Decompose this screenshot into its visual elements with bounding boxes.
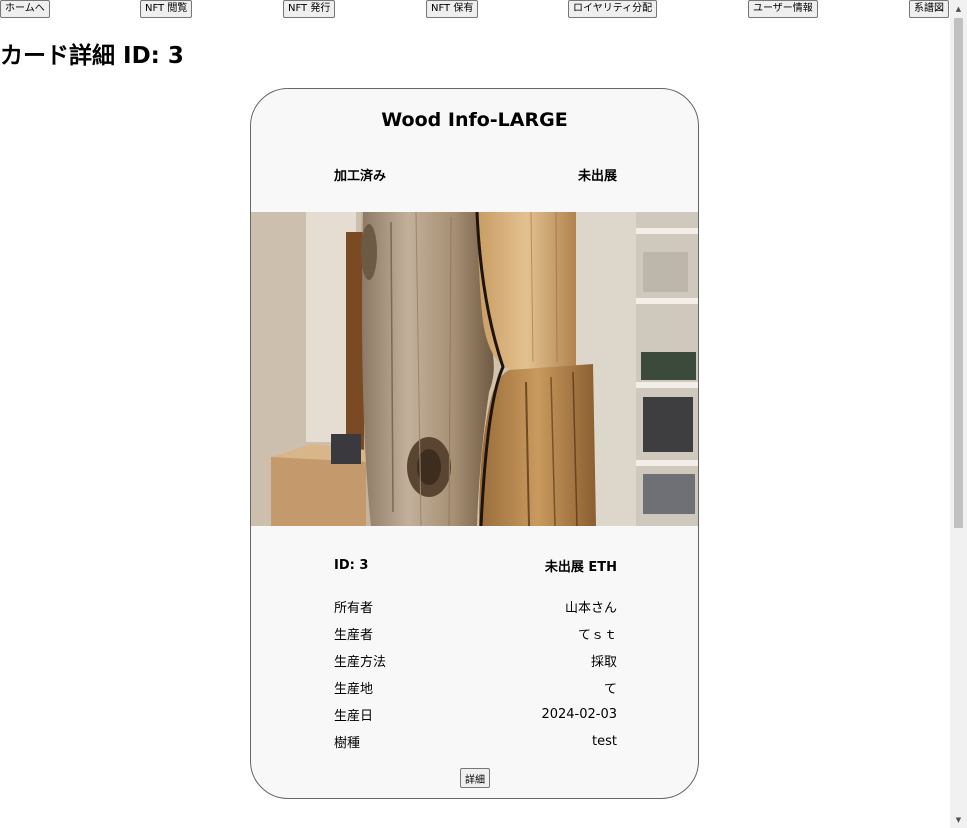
top-nav: ホームへ NFT 閲覧 NFT 発行 NFT 保有 ロイヤリティ分配 ユーザー情… bbox=[0, 0, 950, 20]
field-label: 生産方法 bbox=[334, 655, 387, 670]
scroll-up-icon[interactable]: ▲ bbox=[950, 0, 967, 17]
lineage-chart-button[interactable]: 系譜図 bbox=[909, 0, 949, 18]
user-info-button[interactable]: ユーザー情報 bbox=[748, 0, 818, 18]
field-label: 生産地 bbox=[334, 682, 374, 697]
scrollbar-thumb[interactable] bbox=[954, 18, 963, 528]
field-label: 生産者 bbox=[334, 628, 374, 643]
field-row-production-date: 生産日 2024-02-03 bbox=[334, 705, 617, 724]
card-id: ID: 3 bbox=[334, 558, 369, 573]
detail-button[interactable]: 詳細 bbox=[460, 768, 490, 788]
page-title: カード詳細 ID: 3 bbox=[0, 43, 184, 69]
card-title: Wood Info-LARGE bbox=[381, 109, 568, 131]
field-row-producer: 生産者 てｓｔ bbox=[334, 624, 617, 643]
field-value: 採取 bbox=[590, 655, 617, 670]
field-value: てｓｔ bbox=[577, 628, 617, 643]
home-button[interactable]: ホームへ bbox=[0, 0, 50, 18]
field-value: 2024-02-03 bbox=[541, 707, 617, 722]
field-value: 山本さん bbox=[564, 601, 617, 616]
status-row: 加工済み 未出展 bbox=[334, 165, 617, 184]
wood-log-photo bbox=[251, 212, 698, 526]
id-price-row: ID: 3 未出展 ETH bbox=[334, 556, 617, 575]
scroll-down-icon[interactable]: ▼ bbox=[950, 811, 967, 828]
field-row-owner: 所有者 山本さん bbox=[334, 597, 617, 616]
vertical-scrollbar[interactable]: ▲ ▼ bbox=[950, 0, 967, 828]
nft-issue-button[interactable]: NFT 発行 bbox=[283, 0, 336, 18]
field-row-production-method: 生産方法 採取 bbox=[334, 651, 617, 670]
royalty-distribution-button[interactable]: ロイヤリティ分配 bbox=[568, 0, 658, 18]
field-label: 樹種 bbox=[334, 736, 361, 751]
card-price: 未出展 ETH bbox=[544, 560, 617, 575]
nft-card: Wood Info-LARGE 加工済み 未出展 ID: 3 未出展 ETH 所… bbox=[250, 88, 699, 799]
processed-status: 加工済み bbox=[334, 169, 387, 184]
nft-owned-button[interactable]: NFT 保有 bbox=[426, 0, 479, 18]
listing-status: 未出展 bbox=[577, 169, 617, 184]
field-label: 所有者 bbox=[334, 601, 374, 616]
field-value: test bbox=[592, 734, 617, 749]
field-value: て bbox=[603, 682, 617, 697]
field-row-production-place: 生産地 て bbox=[334, 678, 617, 697]
field-row-species: 樹種 test bbox=[334, 732, 617, 751]
nft-browse-button[interactable]: NFT 閲覧 bbox=[140, 0, 193, 18]
field-label: 生産日 bbox=[334, 709, 374, 724]
